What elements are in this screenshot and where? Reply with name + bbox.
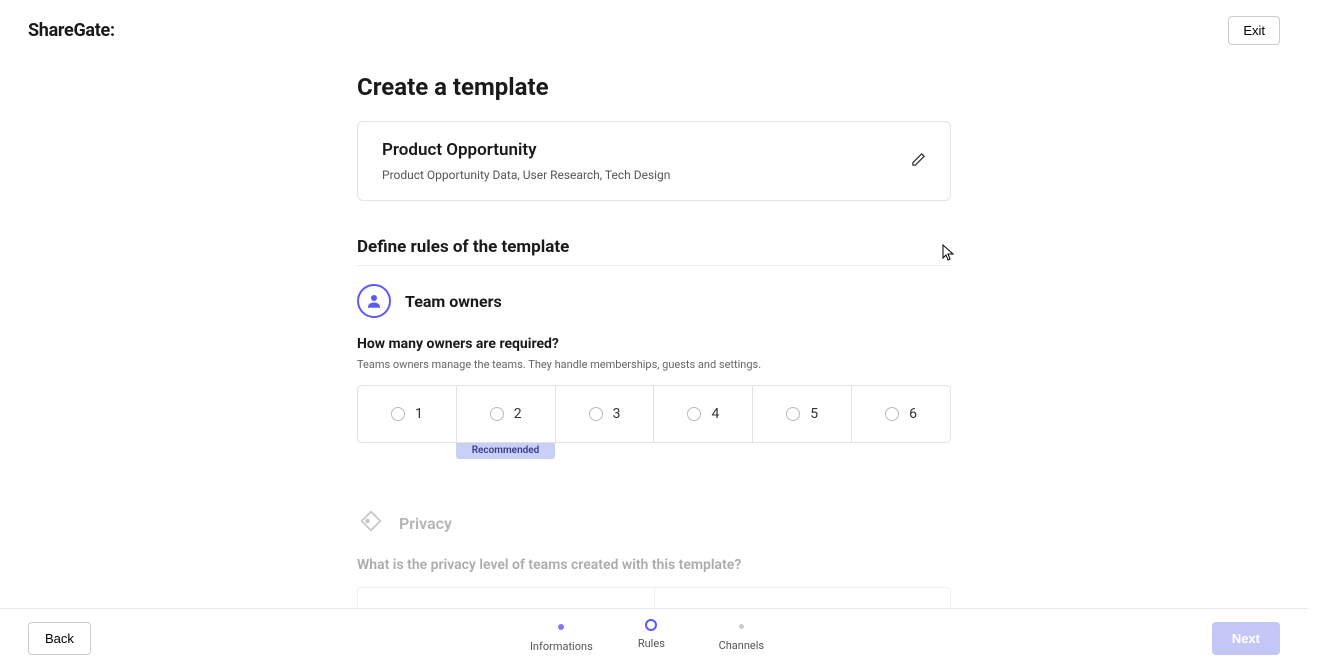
step-channels[interactable]: Channels: [696, 624, 786, 652]
radio-icon: [885, 407, 899, 421]
owner-option-label: 1: [415, 406, 423, 422]
owner-option-label: 2: [514, 406, 522, 422]
owner-option-4[interactable]: 4: [654, 386, 753, 442]
radio-icon: [490, 407, 504, 421]
privacy-question: What is the privacy level of teams creat…: [357, 557, 951, 573]
step-label: Rules: [638, 637, 665, 650]
owner-option-label: 3: [613, 406, 621, 422]
step-label: Informations: [530, 640, 593, 653]
next-button[interactable]: Next: [1212, 622, 1280, 655]
privacy-icon: [357, 507, 385, 539]
owner-option-2[interactable]: 2: [457, 386, 556, 442]
radio-icon: [589, 407, 603, 421]
edit-icon[interactable]: [911, 152, 926, 171]
radio-icon: [391, 407, 405, 421]
template-summary-card: Product Opportunity Product Opportunity …: [357, 121, 951, 201]
template-name: Product Opportunity: [382, 140, 670, 160]
step-dot-icon: [739, 624, 744, 629]
step-dot-icon: [558, 624, 564, 630]
owner-option-label: 5: [810, 406, 818, 422]
exit-button[interactable]: Exit: [1228, 16, 1280, 45]
step-active-icon: [645, 619, 657, 631]
wizard-stepper: Informations Rules Channels: [516, 624, 786, 653]
owners-options: 1 2 3 4 5 6: [357, 385, 951, 443]
template-description: Product Opportunity Data, User Research,…: [382, 168, 670, 182]
owner-option-label: 4: [711, 406, 719, 422]
team-owners-icon: [357, 284, 391, 318]
radio-icon: [786, 407, 800, 421]
recommended-badge: Recommended: [456, 443, 555, 459]
radio-icon: [687, 407, 701, 421]
brand-logo: ShareGate:: [28, 20, 115, 41]
owners-question: How many owners are required?: [357, 336, 951, 352]
privacy-options: Private Public: [357, 587, 951, 608]
footer-bar: Back Informations Rules Channels Next: [0, 608, 1308, 667]
step-rules[interactable]: Rules: [606, 624, 696, 650]
owner-option-5[interactable]: 5: [753, 386, 852, 442]
privacy-option-private[interactable]: Private: [358, 588, 655, 608]
privacy-option-public[interactable]: Public: [655, 588, 951, 608]
step-label: Channels: [719, 639, 765, 652]
owner-option-6[interactable]: 6: [852, 386, 950, 442]
rules-heading: Define rules of the template: [357, 237, 951, 257]
owner-option-label: 6: [909, 406, 917, 422]
privacy-title: Privacy: [399, 514, 452, 533]
divider: [357, 265, 951, 266]
owner-option-3[interactable]: 3: [556, 386, 655, 442]
page-title: Create a template: [357, 73, 951, 101]
owners-help: Teams owners manage the teams. They hand…: [357, 358, 951, 371]
step-informations[interactable]: Informations: [516, 624, 606, 653]
back-button[interactable]: Back: [28, 622, 91, 655]
team-owners-title: Team owners: [405, 292, 502, 311]
owner-option-1[interactable]: 1: [358, 386, 457, 442]
